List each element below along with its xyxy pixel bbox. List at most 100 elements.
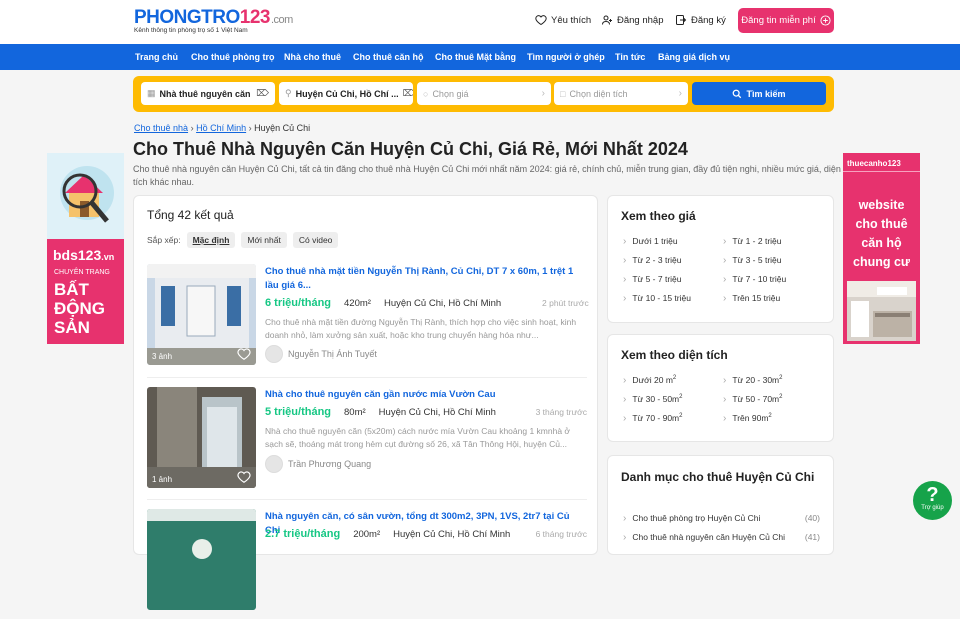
listing-thumbnail[interactable]: 3 ảnh — [147, 264, 256, 365]
price-filter-link[interactable]: Từ 1 - 2 triệu — [723, 236, 781, 247]
left-banner-headline: BẤT ĐỘNG SẢN — [54, 280, 105, 337]
image-count: 3 ảnh — [152, 352, 173, 361]
heart-icon[interactable] — [237, 470, 251, 484]
category-link[interactable]: Cho thuê phòng trọ Huyện Củ Chi — [623, 513, 760, 524]
breadcrumb-link-houses[interactable]: Cho thuê nhà — [134, 123, 188, 133]
search-button[interactable]: Tìm kiếm — [692, 82, 826, 105]
listing-title[interactable]: Nhà cho thuê nguyên căn gần nước mía Vườ… — [265, 388, 587, 402]
price-filter-link[interactable]: Từ 7 - 10 triệu — [723, 274, 786, 285]
login-label: Đăng nhập — [617, 14, 664, 26]
listing-location: Huyện Củ Chi, Hồ Chí Minh — [383, 297, 502, 309]
left-banner-line-2: ĐỘNG — [54, 299, 105, 318]
area-filter-link[interactable]: Trên 90m2 — [723, 413, 771, 424]
area-unit-sup: 2 — [779, 394, 783, 401]
breadcrumb-link-city[interactable]: Hồ Chí Minh — [196, 123, 246, 133]
category-select[interactable]: ▦ Nhà thuê nguyên căn ⌦ — [141, 82, 275, 105]
nav-item-premises[interactable]: Cho thuê Mặt bằng — [435, 52, 516, 62]
price-filter-link[interactable]: Từ 2 - 3 triệu — [623, 255, 681, 266]
nav-item-pricing[interactable]: Bảng giá dịch vụ — [658, 52, 730, 62]
sort-default-button[interactable]: Mặc định — [186, 232, 236, 248]
site-header: PHONGTRO123.com Kênh thông tin phòng trọ… — [0, 0, 960, 44]
area-filter-link[interactable]: Từ 50 - 70m2 — [723, 394, 782, 405]
area-unit-sup: 2 — [672, 375, 677, 382]
login-link[interactable]: Đăng nhập — [601, 14, 663, 26]
right-banner-site: thuecanho123 — [847, 159, 901, 168]
area-filter-link[interactable]: Từ 70 - 90m2 — [623, 413, 682, 424]
breadcrumb-separator: › — [248, 123, 252, 133]
area-filter-link[interactable]: Từ 30 - 50m2 — [623, 394, 682, 405]
price-filter-link[interactable]: Từ 5 - 7 triệu — [623, 274, 681, 285]
listing-poster: Trần Phương Quang — [265, 455, 371, 473]
area-filter-link[interactable]: Từ 20 - 30m2 — [723, 375, 782, 386]
clear-icon[interactable]: ⌦ — [403, 88, 413, 99]
nav-item-news[interactable]: Tin tức — [615, 52, 645, 62]
location-select[interactable]: ⚲ Huyện Củ Chi, Hồ Chí ... ⌦ — [279, 82, 413, 105]
right-banner-headline: website cho thuê căn hộ chung cư — [843, 196, 920, 272]
post-free-button[interactable]: Đăng tin miễn phí — [738, 8, 834, 33]
area-select[interactable]: □ Chọn diện tích › — [554, 82, 688, 105]
listing-location: Huyện Củ Chi, Hồ Chí Minh — [393, 528, 511, 540]
listing-item[interactable]: Nhà nguyên căn, có sân vườn, tổng dt 300… — [147, 509, 587, 619]
area-unit-sup: 2 — [679, 413, 683, 420]
category-count: (40) — [804, 513, 820, 523]
price-icon: ○ — [423, 88, 429, 99]
price-filter-link[interactable]: Từ 10 - 15 triệu — [623, 293, 691, 304]
area-filter-label: Từ 30 - 50m — [632, 394, 680, 404]
nav-item-rooms[interactable]: Cho thuê phòng trọ — [191, 52, 274, 62]
sort-newest-button[interactable]: Mới nhất — [241, 232, 287, 248]
site-logo[interactable]: PHONGTRO123.com Kênh thông tin phòng trọ… — [134, 7, 293, 34]
category-link[interactable]: Cho thuê nhà nguyên căn Huyện Củ Chi — [623, 532, 785, 543]
listing-description: Nhà cho thuê nguyên căn (5x20m) cách nướ… — [265, 426, 570, 449]
price-select[interactable]: ○ Chọn giá › — [417, 82, 551, 105]
sort-video-button[interactable]: Có video — [292, 232, 339, 248]
avatar — [265, 345, 283, 363]
register-icon — [676, 15, 687, 25]
listing-meta: 5 triệu/tháng 80m² Huyện Củ Chi, Hồ Chí … — [265, 406, 587, 418]
poster-name: Trần Phương Quang — [288, 459, 372, 469]
left-banner-line-3: SẢN — [54, 318, 90, 337]
area-filter-link[interactable]: Dưới 20 m2 — [623, 375, 676, 386]
right-ad-banner[interactable]: thuecanho123 website cho thuê căn hộ chu… — [843, 153, 920, 344]
listing-thumbnail[interactable] — [147, 509, 256, 610]
listing-item[interactable]: 1 ảnh Nhà cho thuê nguyên căn gần nước m… — [147, 387, 587, 497]
register-link[interactable]: Đăng ký — [675, 14, 726, 26]
plus-circle-icon — [820, 15, 831, 26]
listing-description: Cho thuê nhà mặt tiền đường Nguyễn Thị R… — [265, 317, 577, 340]
help-button[interactable]: ? Trợ giúp — [913, 481, 952, 520]
area-filter-label: Trên 90m — [732, 413, 769, 423]
nav-item-roommates[interactable]: Tìm người ở ghép — [527, 52, 605, 62]
category-box-title: Danh mục cho thuê Huyện Củ Chi — [621, 470, 815, 484]
listing-thumbnail[interactable]: 1 ảnh — [147, 387, 256, 488]
listing-item[interactable]: 3 ảnh Cho thuê nhà mặt tiền Nguyễn Thị R… — [147, 264, 589, 374]
post-free-label: Đăng tin miễn phí — [741, 15, 816, 26]
nav-item-houses[interactable]: Nhà cho thuê — [284, 52, 341, 62]
left-banner-tld: .vn — [101, 252, 115, 262]
search-icon — [733, 89, 742, 98]
nav-item-apartments[interactable]: Cho thuê căn hộ — [353, 52, 424, 62]
clear-icon[interactable]: ⌦ — [256, 88, 269, 99]
price-filter-link[interactable]: Dưới 1 triệu — [623, 236, 677, 247]
price-filter-link[interactable]: Từ 3 - 5 triệu — [723, 255, 781, 266]
listing-panel: Tổng 42 kết quả Sắp xếp: Mặc định Mới nh… — [133, 195, 598, 610]
right-banner-line-1: website — [858, 198, 905, 212]
page-title: Cho Thuê Nhà Nguyên Căn Huyện Củ Chi, Gi… — [133, 139, 688, 159]
price-filter-link[interactable]: Trên 15 triệu — [723, 293, 780, 304]
user-icon — [602, 15, 612, 25]
image-count: 1 ảnh — [152, 475, 173, 484]
left-banner-site: bds123 — [53, 247, 102, 263]
listing-title[interactable]: Cho thuê nhà mặt tiền Nguyễn Thị Rành, C… — [265, 265, 587, 293]
logo-domain: .com — [270, 14, 293, 26]
breadcrumb-separator: › — [190, 123, 194, 133]
nav-item-home[interactable]: Trang chủ — [135, 52, 178, 62]
logo-text: PHONGTRO — [134, 7, 240, 28]
left-ad-banner[interactable]: bds123.vn CHUYÊN TRANG BẤT ĐỘNG SẢN — [47, 153, 124, 344]
house-illustration — [47, 153, 124, 239]
heart-icon[interactable] — [237, 347, 251, 361]
results-total: Tổng 42 kết quả — [147, 208, 234, 222]
location-value: Huyện Củ Chi, Hồ Chí ... — [295, 88, 399, 99]
help-label: Trợ giúp — [921, 505, 944, 511]
favorites-link[interactable]: Yêu thích — [535, 14, 591, 26]
heart-icon — [535, 15, 547, 26]
question-icon: ? — [926, 484, 939, 506]
listing-time: 6 tháng trước — [535, 529, 587, 539]
